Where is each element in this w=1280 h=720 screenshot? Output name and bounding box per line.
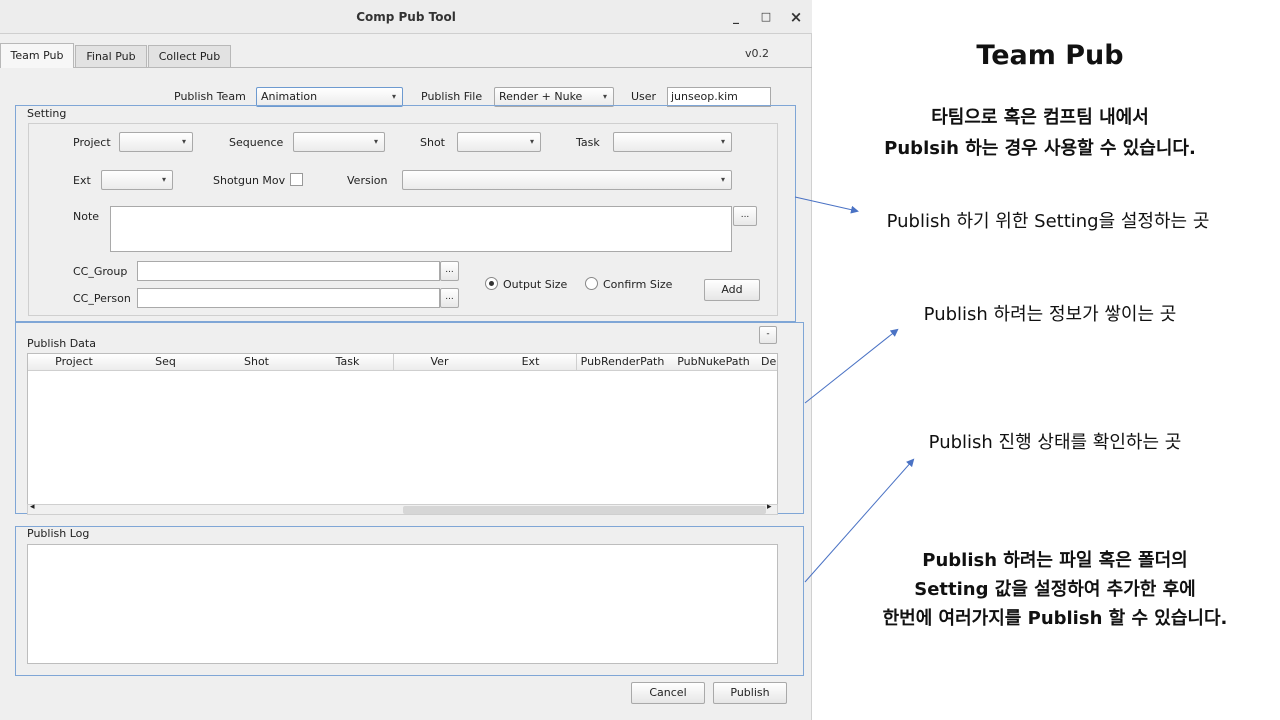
arrow-to-log: [804, 458, 915, 583]
arrow-to-setting: [794, 196, 859, 214]
annotation-arrows: [794, 196, 915, 583]
arrow-to-data: [804, 328, 899, 404]
